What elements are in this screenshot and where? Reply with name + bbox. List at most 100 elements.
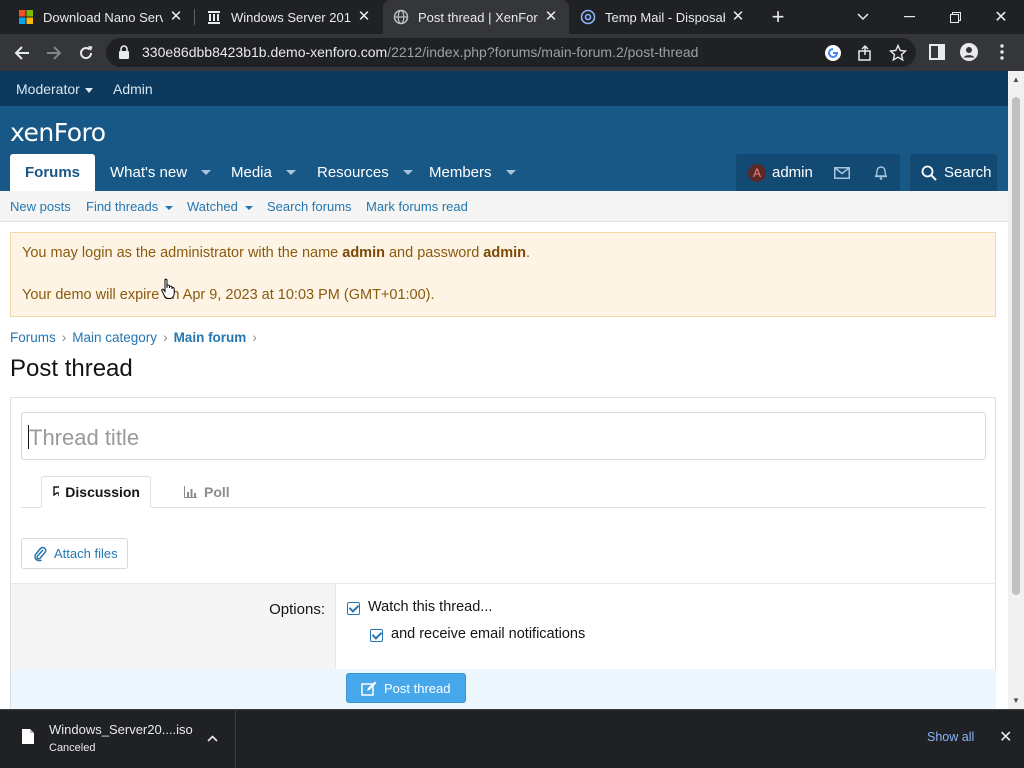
watch-thread-checkbox[interactable] xyxy=(347,602,360,615)
email-notifications-label[interactable]: and receive email notifications xyxy=(391,626,585,642)
tab-title: Download Nano Server xyxy=(43,9,163,25)
breadcrumb-main-forum[interactable]: Main forum xyxy=(174,330,247,345)
post-thread-button[interactable]: Post thread xyxy=(346,673,466,703)
browser-window: Download Nano Server ✕ Windows Server 20… xyxy=(0,0,1024,768)
caret-down-icon[interactable] xyxy=(285,170,296,175)
new-posts-link[interactable]: New posts xyxy=(10,199,71,214)
chevron-up-icon[interactable] xyxy=(207,735,218,742)
back-button[interactable] xyxy=(8,39,36,67)
close-tab-icon[interactable]: ✕ xyxy=(168,9,184,25)
profile-icon[interactable] xyxy=(960,43,978,61)
bookmark-star-icon[interactable] xyxy=(889,44,907,62)
at-sign-icon xyxy=(580,9,596,25)
email-notifications-checkbox[interactable] xyxy=(370,629,383,642)
tab-members[interactable]: Members xyxy=(429,154,516,191)
forward-button[interactable] xyxy=(40,39,68,67)
restore-icon xyxy=(949,11,961,23)
notice-text: and password xyxy=(384,245,484,261)
tab-title: Temp Mail - Disposable xyxy=(605,9,725,25)
close-tab-icon[interactable]: ✕ xyxy=(543,9,559,25)
caret-down-icon[interactable] xyxy=(402,170,413,175)
tab-resources[interactable]: Resources xyxy=(317,154,413,191)
options-label-cell: Options: xyxy=(11,584,336,670)
tab-label: Media xyxy=(231,164,272,181)
account-link[interactable]: A admin xyxy=(748,163,813,182)
notice-expiry-line: Your demo will expire on Apr 9, 2023 at … xyxy=(22,287,435,303)
site-logo[interactable]: xenForo xyxy=(10,118,106,147)
minimize-button[interactable] xyxy=(886,0,932,34)
breadcrumb-main-category[interactable]: Main category xyxy=(72,330,157,345)
username: admin xyxy=(772,164,813,181)
caret-down-icon[interactable] xyxy=(201,170,212,175)
reload-icon xyxy=(80,46,93,60)
bell-icon[interactable] xyxy=(874,165,888,180)
breadcrumb: Forums › Main category › Main forum › xyxy=(10,330,263,345)
more-menu-icon[interactable] xyxy=(999,43,1005,61)
scrollbar-thumb[interactable] xyxy=(1012,97,1020,595)
account-nav: A admin xyxy=(736,154,900,191)
tab-label: Forums xyxy=(25,164,81,181)
tab-poll[interactable]: Poll xyxy=(184,476,230,508)
windows-logo-icon xyxy=(19,10,33,24)
minimize-icon xyxy=(903,16,915,18)
close-tab-icon[interactable]: ✕ xyxy=(356,9,372,25)
browser-tab-1[interactable]: Download Nano Server ✕ xyxy=(8,0,194,34)
tab-label: Resources xyxy=(317,164,389,181)
avatar: A xyxy=(748,163,766,182)
moderator-menu[interactable]: Moderator xyxy=(16,81,93,97)
notice-text: . xyxy=(526,245,531,261)
post-thread-form: Thread title Discussion Poll Attach file… xyxy=(10,397,996,709)
new-tab-button[interactable]: + xyxy=(755,0,801,34)
restore-button[interactable] xyxy=(932,0,978,34)
browser-tab-2[interactable]: Windows Server 2016 : ✕ xyxy=(196,0,382,34)
page-title: Post thread xyxy=(10,355,133,382)
caret-down-icon[interactable] xyxy=(505,170,516,175)
admin-link[interactable]: Admin xyxy=(113,81,153,97)
close-tab-icon[interactable]: ✕ xyxy=(730,9,746,25)
url-host: 330e86dbb8423b1b.demo-xenforo.com xyxy=(142,44,388,60)
browser-tab-4[interactable]: Temp Mail - Disposable ✕ xyxy=(570,0,756,34)
close-shelf-icon[interactable]: ✕ xyxy=(999,727,1012,747)
caret-down-icon[interactable] xyxy=(244,205,253,210)
reload-button[interactable] xyxy=(72,39,100,67)
page-scrollbar[interactable]: ▲ ▼ xyxy=(1008,71,1024,709)
mark-forums-read-link[interactable]: Mark forums read xyxy=(366,199,468,214)
thread-title-input[interactable]: Thread title xyxy=(21,412,986,460)
chevron-right-icon: › xyxy=(252,330,257,345)
submit-row: Post thread xyxy=(11,669,996,709)
url-text: 330e86dbb8423b1b.demo-xenforo.com/2212/i… xyxy=(142,44,698,60)
tab-search-button[interactable] xyxy=(840,0,886,34)
edit-icon xyxy=(361,681,377,696)
arrow-right-icon xyxy=(47,46,62,60)
paperclip-icon xyxy=(34,546,47,561)
tab-forums[interactable]: Forums xyxy=(10,154,95,191)
caret-down-icon[interactable] xyxy=(165,205,174,210)
watched-link[interactable]: Watched xyxy=(187,199,253,214)
search-button[interactable]: Search xyxy=(910,154,997,191)
show-all-downloads-link[interactable]: Show all xyxy=(927,730,974,744)
scroll-down-arrow-icon[interactable]: ▼ xyxy=(1012,696,1020,705)
download-item[interactable]: Windows_Server20....iso Canceled xyxy=(0,710,236,768)
breadcrumb-forums[interactable]: Forums xyxy=(10,330,56,345)
inbox-icon[interactable] xyxy=(833,166,850,179)
tab-media[interactable]: Media xyxy=(231,154,296,191)
google-lens-icon[interactable] xyxy=(824,44,842,62)
watch-thread-label[interactable]: Watch this thread... xyxy=(368,599,492,615)
tab-discussion[interactable]: Discussion xyxy=(41,476,151,508)
share-icon[interactable] xyxy=(856,44,874,62)
attach-files-button[interactable]: Attach files xyxy=(21,538,128,569)
chevron-right-icon: › xyxy=(61,330,67,345)
browser-tab-3[interactable]: Post thread | XenForo d ✕ xyxy=(383,0,569,34)
address-bar[interactable]: 330e86dbb8423b1b.demo-xenforo.com/2212/i… xyxy=(106,38,916,67)
download-status: Canceled xyxy=(49,742,96,754)
tab-title: Post thread | XenForo d xyxy=(418,9,538,25)
staff-bar: Moderator Admin xyxy=(0,71,1008,106)
sidebar-icon[interactable] xyxy=(929,44,945,60)
scroll-up-arrow-icon[interactable]: ▲ xyxy=(1012,75,1020,84)
search-forums-link[interactable]: Search forums xyxy=(267,199,352,214)
close-window-button[interactable]: ✕ xyxy=(978,0,1024,34)
find-threads-label: Find threads xyxy=(86,199,159,214)
tab-whats-new[interactable]: What's new xyxy=(110,154,212,191)
lock-icon xyxy=(119,45,129,59)
find-threads-link[interactable]: Find threads xyxy=(86,199,174,214)
